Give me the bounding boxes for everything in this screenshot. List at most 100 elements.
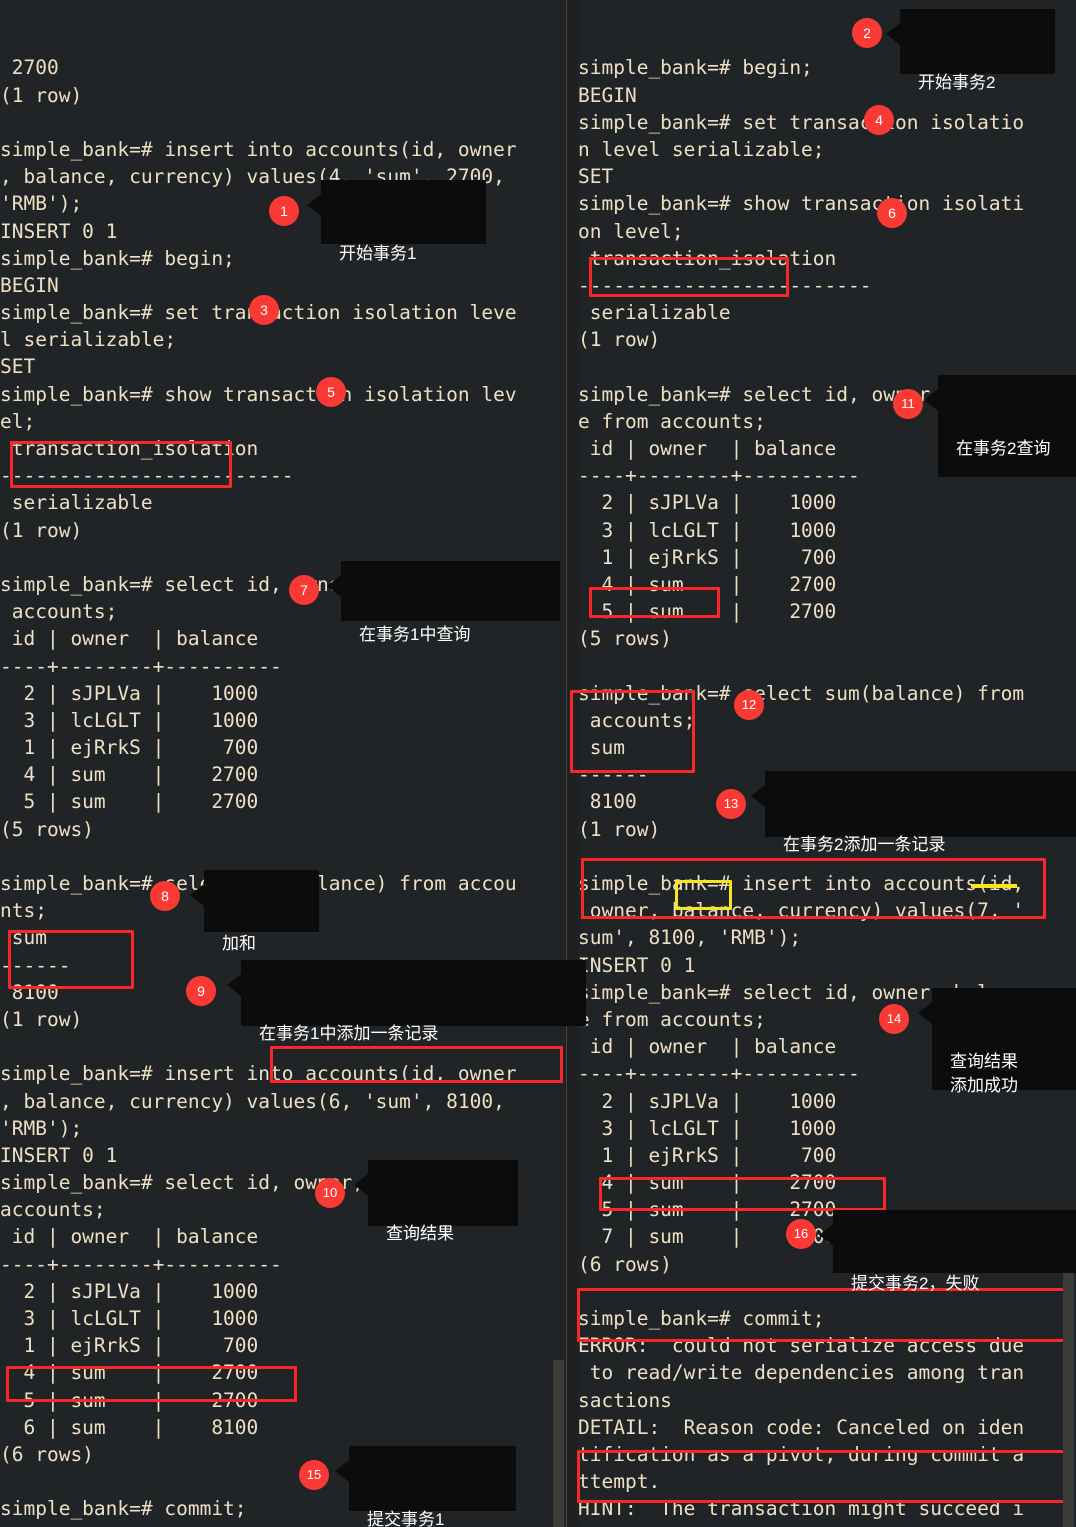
callout-arrow	[918, 1002, 932, 1024]
marker-11[interactable]: 11	[893, 389, 923, 419]
terminal-line: ----+--------+----------	[0, 654, 282, 678]
callout-9: 在事务1中添加一条记录	[227, 960, 586, 1043]
underline-yellow	[971, 884, 1017, 888]
callout-text: 开始事务2	[918, 73, 996, 92]
terminal-line: simple_bank=# select sum(balance) from	[578, 681, 1025, 705]
marker-3[interactable]: 3	[249, 295, 279, 325]
callout-arrow	[307, 194, 321, 216]
terminal-line: on level;	[578, 219, 684, 243]
terminal-line: 4 | sum | 2700	[578, 572, 837, 596]
terminal-line: SET	[578, 165, 614, 189]
callout-1: 开始事务1	[307, 180, 486, 263]
callout-arrow	[924, 389, 938, 411]
terminal-line: (5 rows)	[578, 627, 672, 651]
terminal-line: INSERT 0 1	[578, 953, 696, 977]
callout-arrow	[190, 884, 204, 906]
marker-9[interactable]: 9	[186, 976, 216, 1006]
terminal-line: 1 | ejRrkS | 700	[0, 736, 259, 760]
terminal-line: n level serializable;	[578, 137, 825, 161]
terminal-line: 4 | sum | 2700	[578, 1171, 837, 1195]
terminal-line: (1 row)	[0, 518, 83, 542]
terminal-line: owner, balance, currency) values(7, '	[578, 899, 1025, 923]
callout-7: 在事务1中查询	[327, 561, 560, 644]
terminal-line: sactions	[578, 1388, 672, 1412]
terminal-line: -------------------------	[578, 273, 872, 297]
terminal-line: SET	[0, 355, 36, 379]
terminal-line: l serializable;	[0, 328, 177, 352]
marker-15[interactable]: 15	[299, 1460, 329, 1490]
marker-7[interactable]: 7	[289, 575, 319, 605]
terminal-line: transaction_isolation	[578, 246, 837, 270]
marker-13[interactable]: 13	[716, 789, 746, 819]
terminal-line: HINT: The transaction might succeed i	[578, 1497, 1025, 1521]
terminal-line: simple_bank=# begin;	[0, 246, 235, 270]
terminal-line: -------------------------	[0, 464, 294, 488]
terminal-line: simple_bank=# insert into accounts(id, o…	[0, 1062, 517, 1086]
marker-5[interactable]: 5	[316, 377, 346, 407]
terminal-line: ERROR: could not serialize access due	[578, 1334, 1025, 1358]
terminal-line: 3 | lcLGLT | 1000	[578, 518, 837, 542]
callout-13: 在事务2添加一条记录	[751, 771, 1076, 854]
terminal-line: COMMIT	[0, 1523, 565, 1527]
terminal-line: 6 | sum | 8100	[0, 1415, 259, 1439]
terminal-line: 5 | sum | 2700	[578, 600, 837, 624]
transaction-2-terminal[interactable]: simple_bank=# begin; BEGIN simple_bank=# s…	[578, 0, 1076, 1527]
marker-14[interactable]: 14	[879, 1004, 909, 1034]
left-panel-scrollbar[interactable]	[553, 1360, 564, 1527]
terminal-line: 3 | lcLGLT | 1000	[0, 1307, 259, 1331]
marker-6[interactable]: 6	[877, 198, 907, 228]
terminal-line: simple_bank=# set transaction isolatio	[578, 110, 1025, 134]
callout-text: 在事务1中添加一条记录	[259, 1024, 439, 1043]
terminal-line: id | owner | balance	[0, 1225, 259, 1249]
marker-10[interactable]: 10	[315, 1178, 345, 1208]
terminal-line: 4 | sum | 2700	[0, 763, 259, 787]
callout-text: 在事务2添加一条记录	[783, 835, 946, 854]
terminal-line: sum	[578, 736, 625, 760]
callout-arrow	[327, 575, 341, 597]
right-panel-scrollbar[interactable]	[1063, 1230, 1074, 1527]
terminal-line: BEGIN	[578, 83, 637, 107]
terminal-line: f retried.	[578, 1523, 1076, 1527]
terminal-line: sum', 8100, 'RMB');	[578, 926, 802, 950]
callout-14: 查询结果 添加成功	[918, 988, 1076, 1095]
terminal-line: simple_bank=# show transaction isolation…	[0, 382, 517, 406]
terminal-line: simple_bank=# insert into accounts(id, o…	[0, 137, 517, 161]
screenshot-root: 2700 (1 row) simple_bank=# insert into acc…	[0, 0, 1076, 1527]
marker-4[interactable]: 4	[864, 105, 894, 135]
marker-16[interactable]: 16	[786, 1219, 816, 1249]
terminal-line: 2 | sJPLVa | 1000	[578, 491, 837, 515]
marker-1[interactable]: 1	[269, 196, 299, 226]
terminal-line: 3 | lcLGLT | 1000	[0, 708, 259, 732]
marker-12[interactable]: 12	[734, 690, 764, 720]
callout-text: 在事务2查询	[956, 439, 1051, 458]
terminal-line: BEGIN	[0, 273, 59, 297]
callout-text: 提交事务1	[367, 1510, 445, 1527]
callout-text: 提交事务2，失败	[851, 1274, 980, 1293]
marker-8[interactable]: 8	[150, 881, 180, 911]
terminal-line: to read/write dependencies among tran	[578, 1361, 1025, 1385]
terminal-line: 1 | ejRrkS | 700	[578, 545, 837, 569]
terminal-line: 2 | sJPLVa | 1000	[0, 681, 259, 705]
terminal-line: simple_bank=# set transaction isolation …	[0, 301, 517, 325]
terminal-line: simple_bank=# commit;	[578, 1307, 825, 1331]
terminal-line: 1 | ejRrkS | 700	[0, 1334, 259, 1358]
terminal-line: 5 | sum | 2700	[0, 1388, 259, 1412]
callout-text: 查询结果	[386, 1224, 454, 1243]
marker-2[interactable]: 2	[852, 18, 882, 48]
callout-8: 加和	[190, 870, 319, 953]
terminal-line: (1 row)	[578, 328, 661, 352]
terminal-line: , balance, currency) values(6, 'sum', 81…	[0, 1089, 505, 1113]
terminal-line: ----+--------+----------	[0, 1252, 282, 1276]
callout-arrow	[227, 974, 241, 996]
callout-10: 查询结果	[354, 1160, 518, 1243]
callout-arrow	[751, 785, 765, 807]
terminal-line: 'RMB');	[0, 1116, 83, 1140]
terminal-line: tification as a pivot, during commit a	[578, 1442, 1025, 1466]
callout-arrow	[335, 1460, 349, 1482]
terminal-line: simple_bank=# show transaction isolati	[578, 192, 1025, 216]
terminal-line: 5 | sum | 2700	[0, 790, 259, 814]
